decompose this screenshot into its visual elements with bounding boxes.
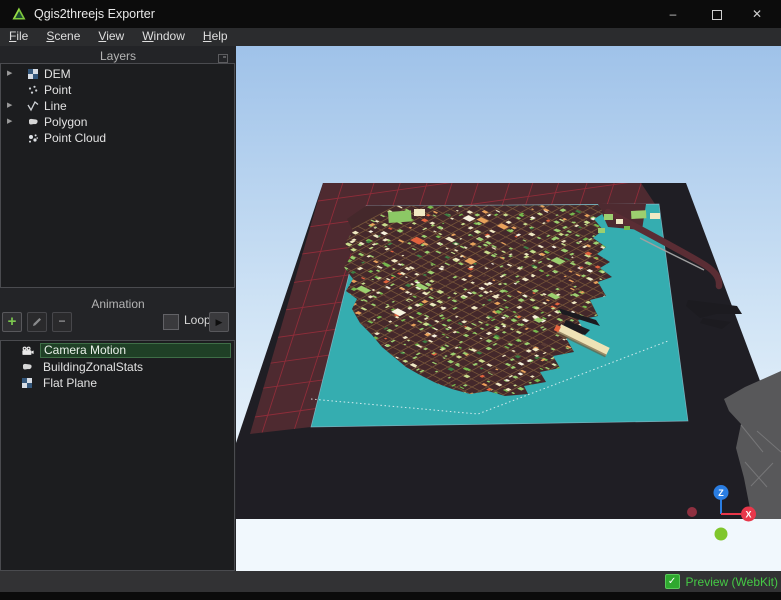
status-bar: ✓ Preview (WebKit)	[0, 571, 781, 592]
left-dock: Layers ▶ DEM Point ▶ Line ▶ Polygon	[0, 46, 236, 571]
raster-icon	[21, 377, 35, 389]
layer-item-dem[interactable]: ▶ DEM	[2, 66, 232, 82]
layer-label: Polygon	[44, 115, 87, 129]
animation-item-flat-plane[interactable]: Flat Plane	[2, 375, 232, 391]
polygon-icon	[21, 361, 35, 373]
animation-list: Camera Motion BuildingZonalStats Flat Pl…	[0, 340, 235, 571]
pencil-icon	[30, 315, 44, 329]
animation-label: Flat Plane	[40, 376, 231, 390]
movie-camera-icon	[21, 345, 35, 357]
preview-toggle[interactable]: ✓ Preview (WebKit)	[665, 574, 778, 589]
line-icon	[27, 100, 41, 112]
layers-panel-header: Layers	[0, 49, 236, 64]
animation-item-buildingzonalstats[interactable]: BuildingZonalStats	[2, 359, 232, 375]
add-animation-button[interactable]: +	[2, 312, 22, 332]
preview-checkbox[interactable]: ✓	[665, 574, 680, 589]
window-bottom-edge	[0, 592, 781, 600]
menu-file[interactable]: File	[0, 28, 37, 46]
expander-icon[interactable]: ▶	[7, 101, 12, 109]
layer-item-line[interactable]: ▶ Line	[2, 98, 232, 114]
play-button[interactable]: ▶	[209, 312, 229, 332]
point-cloud-icon	[27, 132, 41, 144]
remove-animation-button[interactable]: −	[52, 312, 72, 332]
loop-checkbox[interactable]	[163, 314, 179, 330]
layer-item-point-cloud[interactable]: Point Cloud	[2, 130, 232, 146]
polygon-icon	[27, 116, 41, 128]
menu-window[interactable]: Window	[133, 28, 194, 46]
layers-panel-title: Layers	[100, 49, 136, 63]
point-icon	[27, 84, 41, 96]
expander-icon[interactable]: ▶	[7, 117, 12, 125]
expander-icon[interactable]: ▶	[7, 69, 12, 77]
animation-label: BuildingZonalStats	[40, 360, 231, 374]
window-title: Qgis2threejs Exporter	[34, 7, 155, 21]
app-logo-icon	[11, 6, 27, 22]
animation-toolbar: + − Loop ▶	[0, 310, 236, 338]
3d-preview-viewport[interactable]: Z X	[236, 46, 781, 571]
menu-view[interactable]: View	[89, 28, 133, 46]
x-axis-label: X	[745, 510, 751, 520]
layer-label: DEM	[44, 67, 71, 81]
layers-tree: ▶ DEM Point ▶ Line ▶ Polygon Point Cloud	[0, 63, 235, 288]
raster-icon	[27, 68, 41, 80]
z-axis-label: Z	[718, 488, 724, 498]
menu-help[interactable]: Help	[194, 28, 237, 46]
close-button[interactable]: ✕	[736, 0, 778, 28]
title-bar[interactable]: Qgis2threejs Exporter – ✕	[0, 0, 781, 28]
maximize-button[interactable]	[696, 0, 738, 28]
animation-item-camera-motion[interactable]: Camera Motion	[2, 343, 232, 359]
animation-label: Camera Motion	[40, 343, 231, 358]
layer-item-point[interactable]: Point	[2, 82, 232, 98]
edit-animation-button[interactable]	[27, 312, 47, 332]
y-axis-dot	[687, 507, 697, 517]
layer-label: Line	[44, 99, 67, 113]
3d-scene: Z X	[236, 46, 781, 571]
menu-bar: File Scene View Window Help	[0, 28, 781, 46]
preview-label: Preview (WebKit)	[686, 575, 778, 589]
layer-item-polygon[interactable]: ▶ Polygon	[2, 114, 232, 130]
app-window: Qgis2threejs Exporter – ✕ File Scene Vie…	[0, 0, 781, 600]
maximize-icon	[712, 10, 722, 20]
float-panel-icon[interactable]	[218, 54, 228, 63]
layer-label: Point Cloud	[44, 131, 106, 145]
menu-scene[interactable]: Scene	[37, 28, 89, 46]
loop-label: Loop	[184, 313, 211, 327]
green-dot	[715, 528, 728, 541]
layer-label: Point	[44, 83, 71, 97]
minimize-button[interactable]: –	[652, 0, 694, 28]
animation-panel-title: Animation	[91, 297, 144, 311]
